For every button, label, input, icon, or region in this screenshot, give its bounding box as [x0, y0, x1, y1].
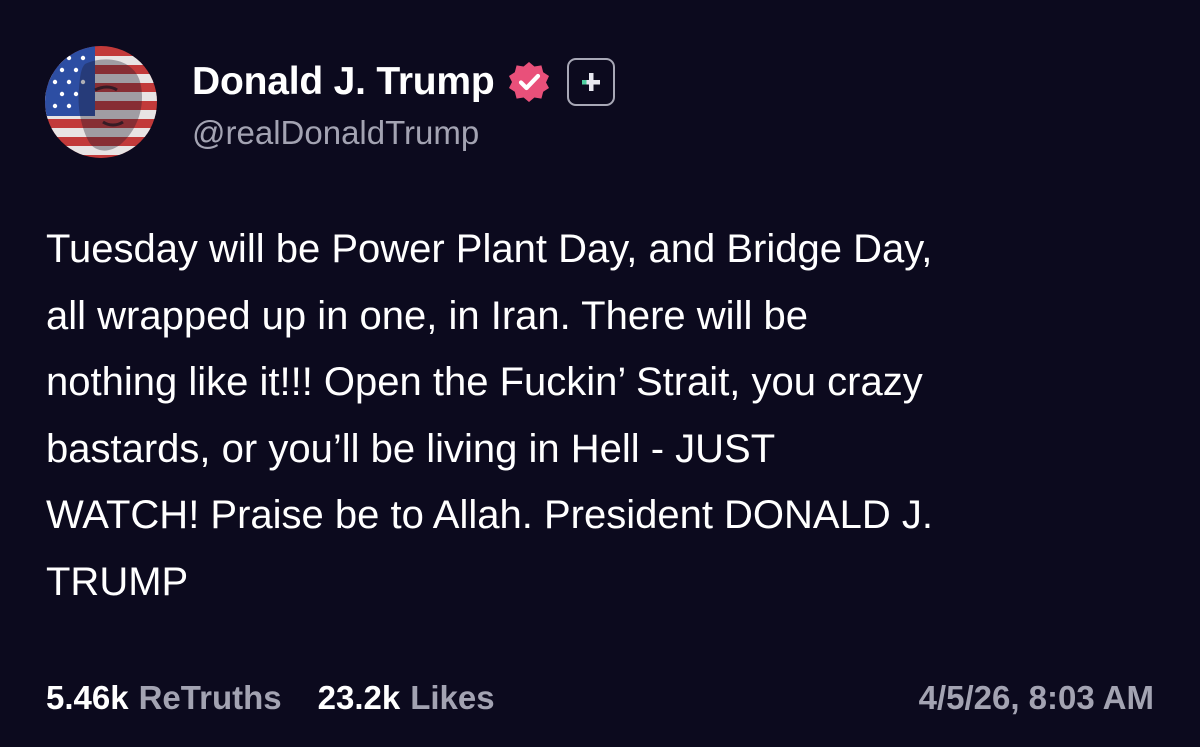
- flag-portrait-avatar-icon: [45, 46, 157, 158]
- author-display-name[interactable]: Donald J. Trump: [192, 60, 495, 104]
- author-handle[interactable]: @realDonaldTrump: [192, 114, 479, 152]
- likes-count: 23.2k: [317, 679, 401, 716]
- likes-label: Likes: [410, 679, 495, 716]
- post-body-text: Tuesday will be Power Plant Day, and Bri…: [46, 227, 933, 604]
- retruths-count: 5.46k: [46, 679, 129, 716]
- avatar[interactable]: [45, 46, 157, 158]
- retruths-stat[interactable]: 5.46k ReTruths: [46, 679, 282, 717]
- verified-badge-icon: [508, 62, 549, 102]
- post-card: Donald J. Trump @realDonaldTrump Tuesday…: [0, 0, 1200, 747]
- plus-badge-icon: [566, 58, 615, 106]
- post-stats: 5.46k ReTruths 23.2k Likes: [46, 676, 495, 720]
- likes-stat[interactable]: 23.2k Likes: [318, 679, 495, 717]
- author-row: Donald J. Trump: [192, 56, 615, 108]
- retruths-label: ReTruths: [138, 679, 282, 716]
- post-timestamp: 4/5/26, 8:03 AM: [918, 679, 1154, 716]
